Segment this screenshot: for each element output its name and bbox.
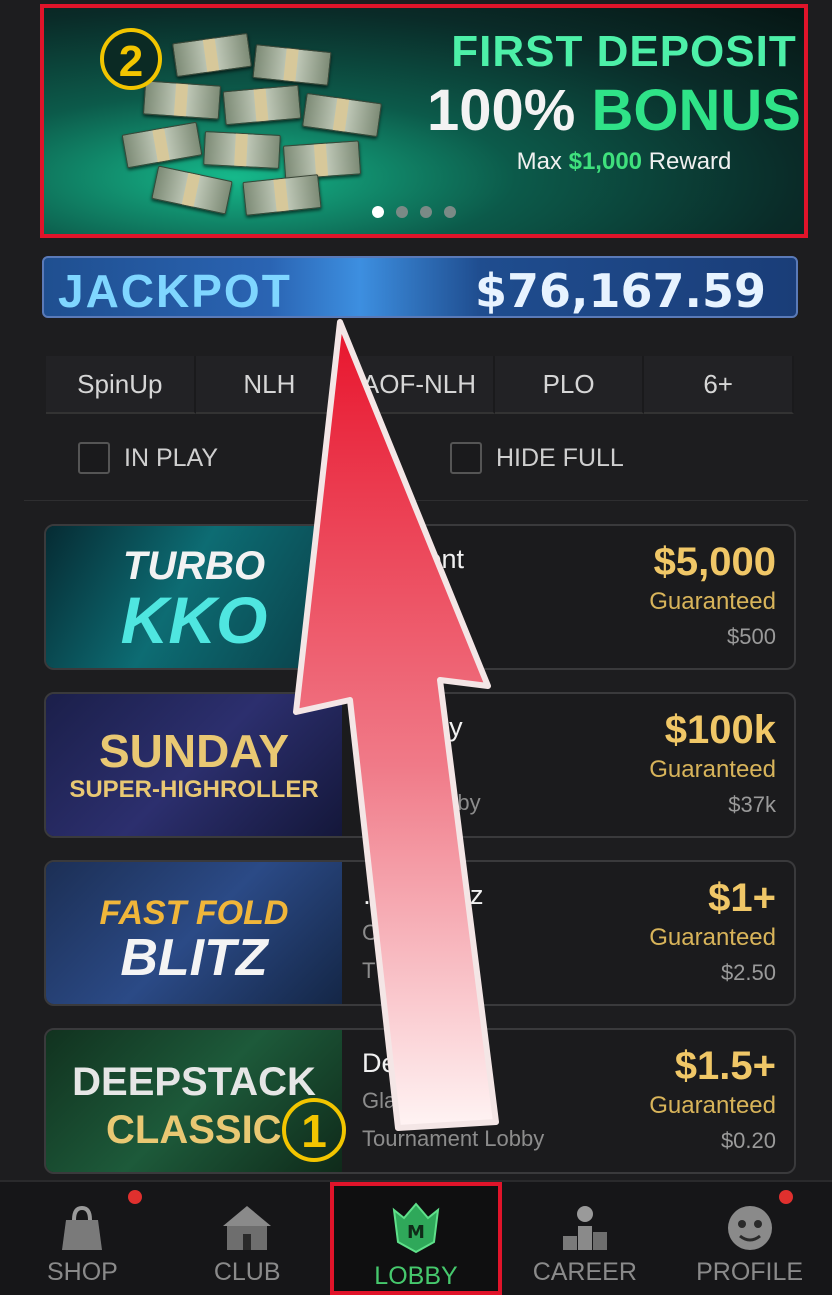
tab-nlh[interactable]: NLH [195, 356, 346, 414]
carousel-dot[interactable] [372, 206, 384, 218]
tournament-card[interactable]: FAST FOLD BLITZ …old Blitz C… T…t Lobby … [44, 860, 796, 1006]
buy-in: $500 [727, 624, 776, 649]
tournament-lobby-link[interactable]: T…t Lobby [362, 958, 470, 984]
sunday-thumbnail: SUNDAY SUPER-HIGHROLLER [46, 694, 342, 836]
nav-shop[interactable]: SHOP [0, 1182, 165, 1295]
hide-full-checkbox[interactable] [450, 442, 482, 474]
tournament-sub: …e [362, 752, 397, 777]
tab-6plus[interactable]: 6+ [644, 356, 794, 414]
tournament-sub: C… [362, 920, 400, 945]
career-trophy-icon [562, 1206, 607, 1250]
tab-spinup[interactable]: SpinUp [46, 356, 196, 414]
thumb-title-1: DEEPSTACK [72, 1060, 316, 1104]
notification-dot [128, 1190, 142, 1204]
in-play-checkbox[interactable] [78, 442, 110, 474]
notification-dot [779, 1190, 794, 1204]
tournament-card[interactable]: SUNDAY SUPER-HIGHROLLER …unday …e …ent L… [44, 692, 796, 838]
step-two-marker: 2 [100, 28, 162, 90]
nav-profile[interactable]: PROFILE [667, 1182, 832, 1295]
tournament-card[interactable]: DEEPSTACK CLASSIC De…ck Gla… Tournament … [44, 1028, 796, 1174]
guaranteed-label: Guaranteed [649, 588, 776, 615]
jackpot-amount: $76,167.59 [474, 264, 766, 318]
nav-label: SHOP [46, 1258, 118, 1286]
tournament-name: …unday [362, 712, 463, 742]
tournament-name: De…ck [362, 1048, 451, 1078]
prize-amount: $1+ [708, 876, 776, 920]
nav-label: CLUB [213, 1258, 281, 1286]
jackpot-bar[interactable]: JACKPOT $76,167.59 [42, 256, 798, 318]
shop-bag-icon [62, 1205, 103, 1250]
game-type-tabs: SpinUp NLH AOF-NLH PLO 6+ [46, 356, 794, 414]
guaranteed-label: Guaranteed [649, 924, 776, 951]
promo-sub-prefix: Max [516, 148, 562, 175]
promo-sub-suffix: Reward [648, 148, 732, 175]
tournament-name: …old Blitz [362, 880, 484, 910]
tab-plo[interactable]: PLO [494, 356, 645, 414]
carousel-dot[interactable] [444, 206, 456, 218]
bottom-nav: SHOP CLUB M LOBBY CAREER PROFILE [0, 1180, 832, 1295]
lobby-crown-logo-icon: M [392, 1202, 440, 1254]
turbo-kko-thumbnail: TURBO KKO [46, 526, 342, 668]
in-play-label: IN PLAY [124, 443, 219, 472]
nav-label: CAREER [532, 1258, 637, 1286]
tournament-card[interactable]: TURBO KKO …ament …nt Lobby $5,000 Guaran… [44, 524, 796, 670]
club-tent-icon [223, 1206, 272, 1250]
promo-bonus: 100% BONUS [404, 78, 804, 143]
promo-title: FIRST DEPOSIT [451, 27, 797, 76]
promo-bonus-word: BONUS [591, 78, 801, 143]
tournament-lobby-link[interactable]: …ent Lobby [362, 790, 481, 816]
tournament-sub: Gla… [362, 1088, 419, 1113]
svg-text:M: M [407, 1222, 425, 1243]
guaranteed-label: Guaranteed [649, 1092, 776, 1119]
prize-amount: $1.5+ [674, 1044, 776, 1088]
buy-in: $0.20 [720, 1128, 776, 1153]
promo-subtitle: Max $1,000 Reward [424, 148, 804, 176]
jackpot-label: JACKPOT [58, 265, 292, 317]
buy-in: $37k [728, 792, 776, 817]
hide-full-filter[interactable]: HIDE FULL [450, 442, 624, 474]
promo-banner[interactable]: 2 FIRST DEPOSIT 100% BONUS Max $1,000 Re… [40, 4, 808, 238]
promo-sub-amount: $1,000 [568, 148, 643, 175]
carousel-dots[interactable] [372, 206, 456, 218]
thumb-title-2: KKO [120, 583, 268, 657]
thumb-title-2: SUPER-HIGHROLLER [69, 776, 319, 803]
tournament-lobby-link[interactable]: …nt Lobby [362, 622, 468, 648]
nav-label: PROFILE [696, 1258, 804, 1286]
guaranteed-label: Guaranteed [649, 756, 776, 783]
profile-avatar-icon [727, 1206, 772, 1250]
thumb-title-1: SUNDAY [98, 725, 290, 777]
tab-aof-nlh[interactable]: AOF-NLH [345, 356, 495, 414]
nav-label: LOBBY [374, 1262, 458, 1290]
promo-bonus-percent: 100% [427, 78, 576, 143]
nav-club[interactable]: CLUB [165, 1182, 330, 1295]
buy-in: $2.50 [720, 960, 776, 985]
divider [24, 500, 808, 501]
nav-lobby[interactable]: M LOBBY [329, 1182, 503, 1295]
prize-amount: $5,000 [653, 540, 776, 584]
fast-fold-blitz-thumbnail: FAST FOLD BLITZ [46, 862, 342, 1004]
prize-amount: $100k [664, 708, 776, 752]
carousel-dot[interactable] [420, 206, 432, 218]
tournament-name: …ament [362, 544, 465, 574]
nav-career[interactable]: CAREER [502, 1182, 667, 1295]
step-one-marker: 1 [282, 1098, 346, 1162]
in-play-filter[interactable]: IN PLAY [78, 442, 218, 474]
hide-full-label: HIDE FULL [496, 443, 624, 472]
thumb-title-2: BLITZ [120, 929, 268, 987]
tournament-lobby-link[interactable]: Tournament Lobby [362, 1126, 544, 1152]
carousel-dot[interactable] [396, 206, 408, 218]
